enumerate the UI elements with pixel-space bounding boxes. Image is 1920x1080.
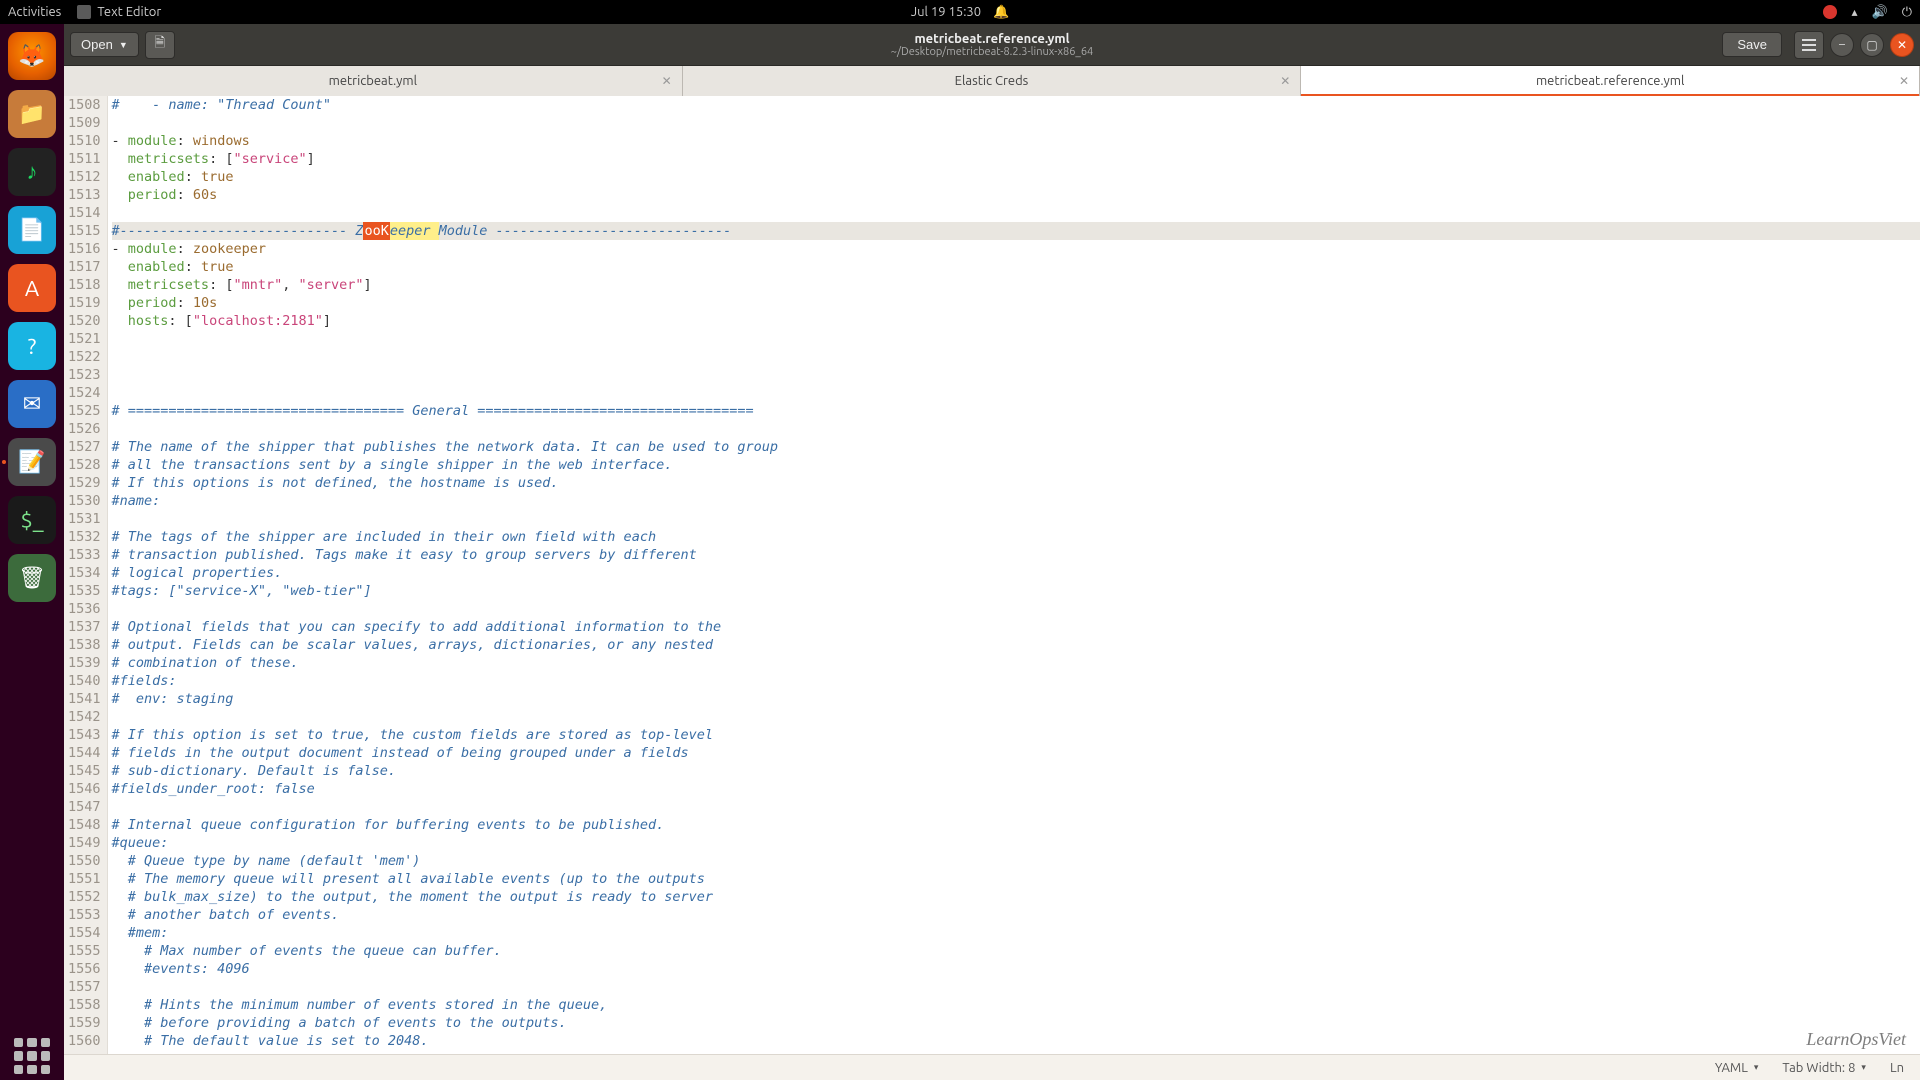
save-button[interactable]: Save [1722, 32, 1782, 57]
window-close-button[interactable]: ✕ [1890, 33, 1914, 57]
tab-0[interactable]: metricbeat.yml ✕ [64, 66, 683, 96]
code-area[interactable]: 1508150915101511151215131514151515161517… [64, 96, 1920, 1054]
dock-terminal-icon[interactable]: $_ [8, 496, 56, 544]
notification-icon[interactable]: 🔔 [993, 5, 1009, 20]
activities-button[interactable]: Activities [8, 5, 61, 19]
dock-rhythmbox-icon[interactable]: ♪ [8, 148, 56, 196]
open-button-label: Open [81, 37, 113, 52]
status-language-label: YAML [1715, 1061, 1748, 1075]
tab-label: metricbeat.yml [329, 74, 417, 88]
tab-2[interactable]: metricbeat.reference.yml ✕ [1301, 66, 1920, 96]
tab-close-icon[interactable]: ✕ [1899, 74, 1909, 88]
dock-files-icon[interactable]: 📁 [8, 90, 56, 138]
dock-software-icon[interactable]: A [8, 264, 56, 312]
dock-libreoffice-writer-icon[interactable]: 📄 [8, 206, 56, 254]
status-tab-width[interactable]: Tab Width: 8 ▾ [1782, 1061, 1866, 1075]
dock-text-editor-icon[interactable]: 📝 [8, 438, 56, 486]
dock-show-applications-icon[interactable] [8, 1032, 56, 1080]
new-document-icon: 🗎 [154, 34, 165, 56]
new-document-button[interactable]: 🗎 [145, 31, 175, 59]
update-badge-icon[interactable] [1823, 5, 1837, 19]
tab-label: Elastic Creds [955, 74, 1029, 88]
status-position-label: Ln [1890, 1061, 1904, 1075]
source-view[interactable]: # - name: "Thread Count"- module: window… [108, 96, 1920, 1054]
tab-close-icon[interactable]: ✕ [662, 74, 672, 88]
window-subtitle: ~/Desktop/metricbeat-8.2.3-linux-x86_64 [891, 46, 1094, 58]
tab-label: metricbeat.reference.yml [1536, 74, 1684, 88]
status-bar: YAML ▾ Tab Width: 8 ▾ Ln [64, 1054, 1920, 1080]
clock[interactable]: Jul 19 15:30 [911, 5, 981, 19]
chevron-down-icon: ▾ [1861, 1062, 1866, 1073]
power-icon[interactable]: ⏻ [1902, 5, 1912, 20]
gedit-window: Open ▼ 🗎 metricbeat.reference.yml ~/Desk… [64, 24, 1920, 1080]
hamburger-menu-button[interactable] [1794, 31, 1824, 59]
status-cursor-position: Ln [1890, 1061, 1904, 1075]
chevron-down-icon: ▾ [1754, 1062, 1759, 1073]
gnome-topbar: Activities Text Editor Jul 19 15:30 🔔 ▴ … [0, 0, 1920, 24]
topbar-app-indicator[interactable]: Text Editor [77, 5, 161, 19]
text-editor-icon [77, 5, 91, 19]
topbar-app-name: Text Editor [97, 5, 161, 19]
headerbar: Open ▼ 🗎 metricbeat.reference.yml ~/Desk… [64, 24, 1920, 66]
ubuntu-dock: 🦊 📁 ♪ 📄 A ? ✉ 📝 $_ 🗑 [0, 24, 64, 1080]
status-tab-width-label: Tab Width: 8 [1782, 1061, 1855, 1075]
network-icon[interactable]: ▴ [1851, 5, 1857, 19]
tab-close-icon[interactable]: ✕ [1280, 74, 1290, 88]
dock-trash-icon[interactable]: 🗑 [8, 554, 56, 602]
hamburger-icon [1802, 39, 1816, 51]
window-minimize-button[interactable]: – [1830, 33, 1854, 57]
status-language[interactable]: YAML ▾ [1715, 1061, 1759, 1075]
chevron-down-icon: ▼ [119, 40, 128, 50]
dock-firefox-icon[interactable]: 🦊 [8, 32, 56, 80]
tab-bar: metricbeat.yml✕Elastic Creds✕metricbeat.… [64, 66, 1920, 96]
tab-1[interactable]: Elastic Creds ✕ [683, 66, 1302, 96]
open-button[interactable]: Open ▼ [70, 32, 139, 57]
window-maximize-button[interactable]: ▢ [1860, 33, 1884, 57]
line-number-gutter: 1508150915101511151215131514151515161517… [64, 96, 108, 1054]
window-title: metricbeat.reference.yml [891, 32, 1094, 46]
watermark: LearnOpsViet [1806, 1029, 1906, 1050]
dock-help-icon[interactable]: ? [8, 322, 56, 370]
volume-icon[interactable]: 🔊 [1872, 5, 1888, 20]
title-area: metricbeat.reference.yml ~/Desktop/metri… [891, 32, 1094, 58]
dock-thunderbird-icon[interactable]: ✉ [8, 380, 56, 428]
